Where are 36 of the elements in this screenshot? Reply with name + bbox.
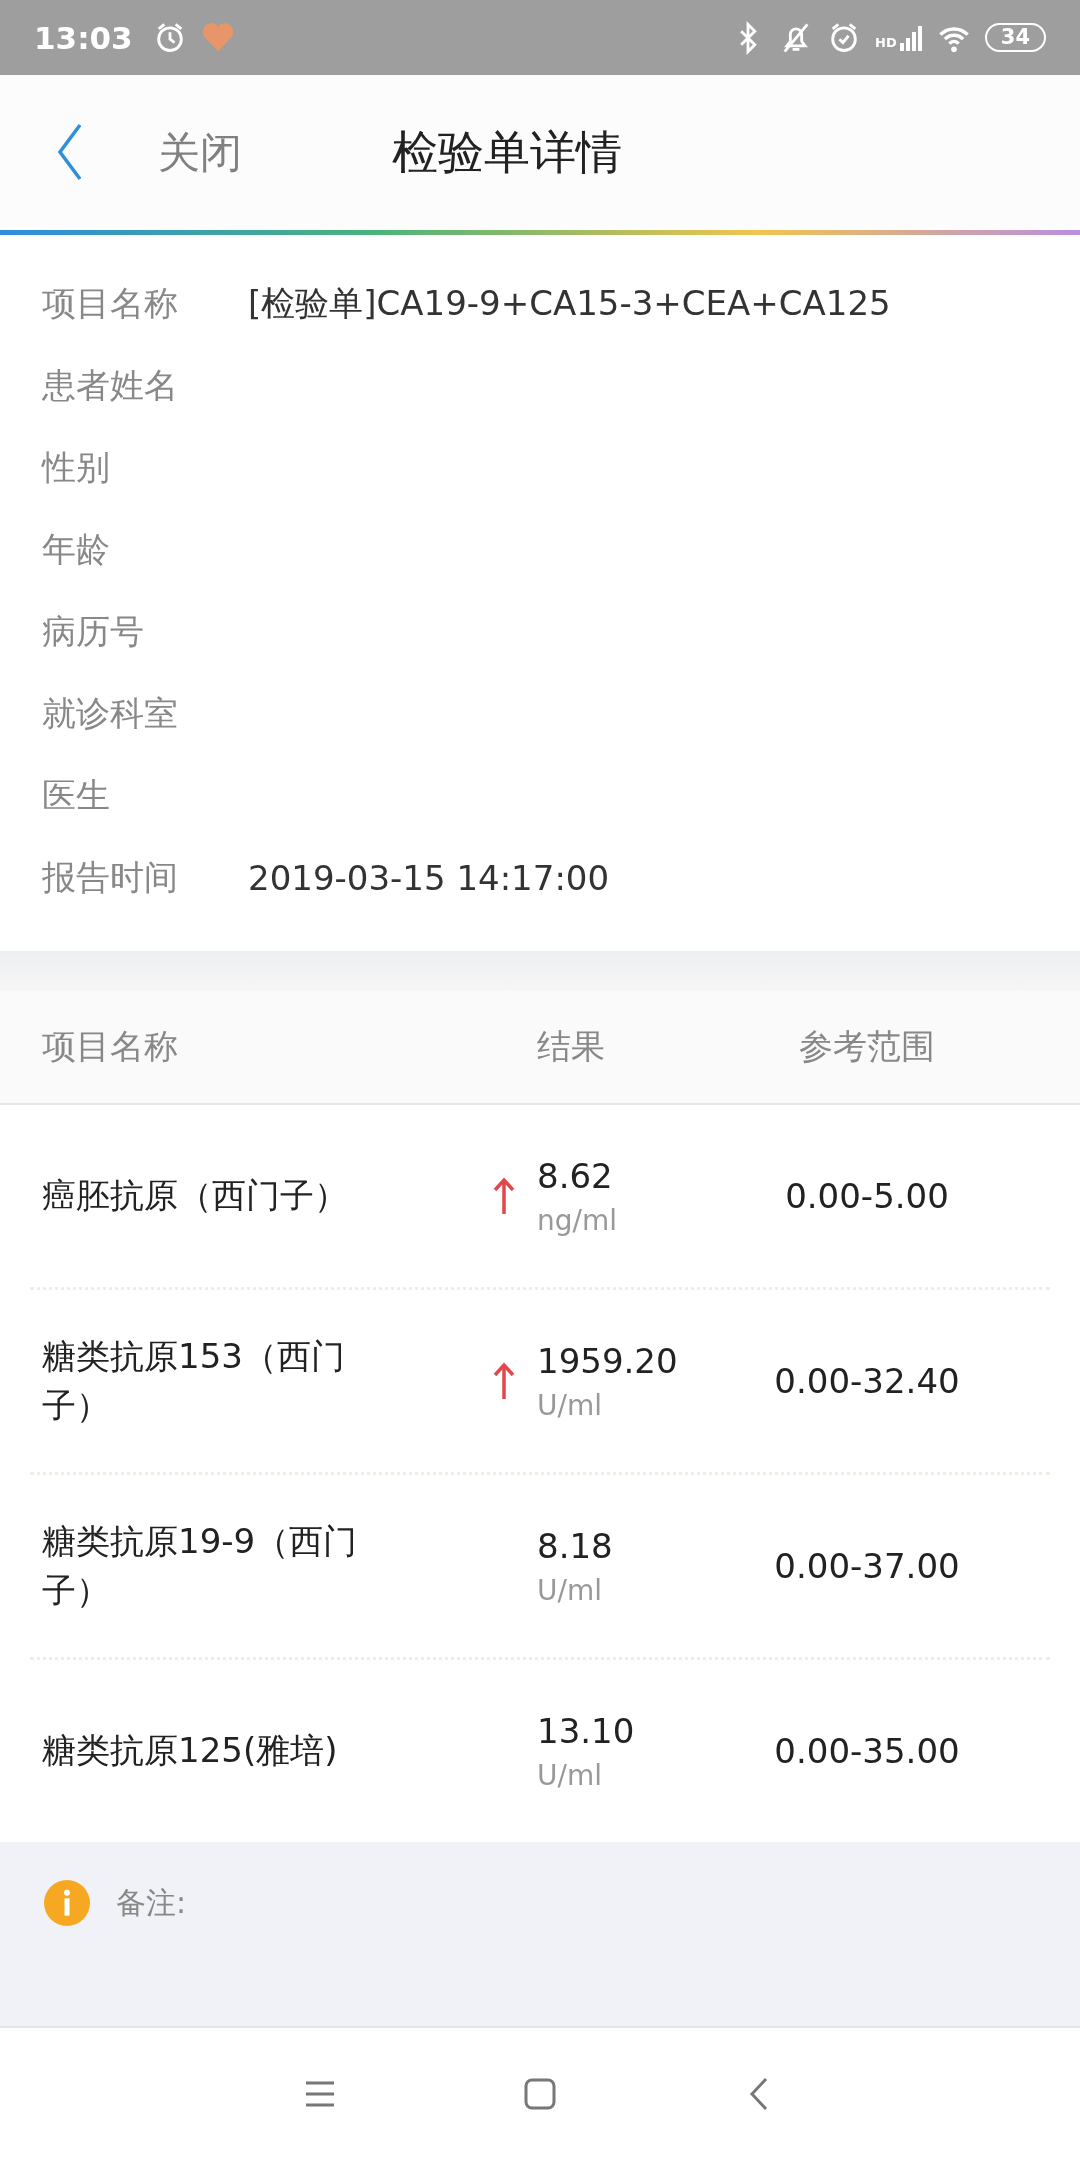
reference-range: 0.00-5.00 [784, 1176, 950, 1216]
result-value: 1959.20 [537, 1340, 679, 1381]
result-unit: U/ml [537, 1573, 603, 1607]
reference-range: 0.00-35.00 [773, 1731, 961, 1771]
clock-time: 13:03 [34, 19, 133, 56]
field-value: 2019-03-15 14:17:00 [248, 858, 610, 898]
reference-range: 0.00-37.00 [773, 1546, 961, 1586]
column-header: 结果 [537, 1025, 606, 1068]
test-name: 糖类抗原19-9（西门子） [42, 1519, 359, 1612]
result-unit: U/ml [537, 1388, 603, 1422]
test-name: 癌胚抗原（西门子） [42, 1174, 349, 1218]
result-value: 13.10 [537, 1710, 636, 1751]
field-label: 就诊科室 [42, 692, 179, 735]
result-unit: U/ml [537, 1758, 603, 1792]
column-header: 项目名称 [42, 1025, 179, 1068]
field-label: 项目名称 [42, 282, 179, 325]
field-label: 患者姓名 [42, 364, 179, 407]
page-title: 检验单详情 [392, 123, 622, 181]
field-label: 性别 [42, 446, 111, 489]
field-label: 报告时间 [42, 856, 179, 899]
result-value: 8.18 [537, 1525, 614, 1566]
battery-indicator: 34 [984, 23, 1046, 52]
field-value: [检验单]CA19-9+CA15-3+CEA+CA125 [248, 282, 891, 325]
test-name: 糖类抗原125(雅培) [42, 1729, 339, 1773]
field-label: 年龄 [42, 528, 111, 571]
remarks-label: 备注: [116, 1884, 187, 1922]
field-label: 医生 [42, 774, 111, 817]
info-icon [44, 1880, 90, 1926]
result-value: 8.62 [537, 1155, 614, 1196]
result-unit: ng/ml [537, 1203, 618, 1237]
field-label: 病历号 [42, 610, 145, 653]
close-button[interactable]: 关闭 [158, 124, 242, 181]
reference-range: 0.00-32.40 [773, 1361, 961, 1401]
column-header: 参考范围 [798, 1025, 936, 1068]
network-label: HD [875, 34, 897, 50]
test-name: 糖类抗原153（西门子） [42, 1334, 346, 1427]
